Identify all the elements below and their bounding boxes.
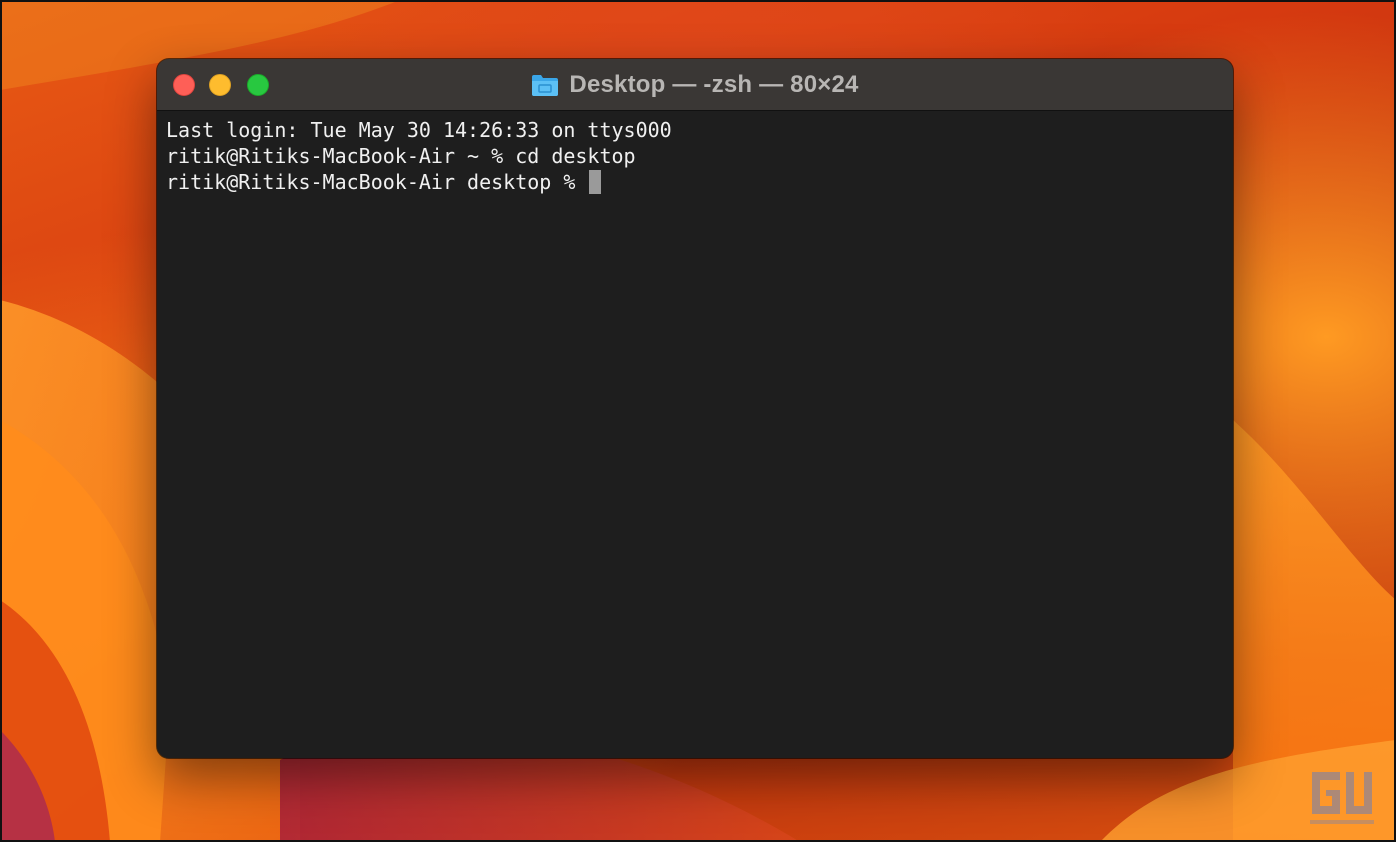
terminal-line-cd: ritik@Ritiks-MacBook-Air ~ % cd desktop	[166, 144, 636, 168]
text-cursor	[589, 170, 602, 194]
folder-icon	[531, 73, 559, 97]
prompt-text: ritik@Ritiks-MacBook-Air desktop %	[166, 170, 588, 194]
terminal-line-login: Last login: Tue May 30 14:26:33 on ttys0…	[166, 118, 672, 142]
window-title-text: Desktop — -zsh — 80×24	[569, 71, 859, 98]
window-titlebar[interactable]: Desktop — -zsh — 80×24	[157, 59, 1233, 111]
gadgets-to-use-logo	[1302, 762, 1382, 832]
terminal-line-prompt[interactable]: ritik@Ritiks-MacBook-Air desktop %	[166, 169, 1233, 195]
window-title: Desktop — -zsh — 80×24	[157, 59, 1233, 111]
terminal-output[interactable]: Last login: Tue May 30 14:26:33 on ttys0…	[157, 111, 1233, 758]
terminal-window[interactable]: Desktop — -zsh — 80×24 Last login: Tue M…	[157, 59, 1233, 758]
